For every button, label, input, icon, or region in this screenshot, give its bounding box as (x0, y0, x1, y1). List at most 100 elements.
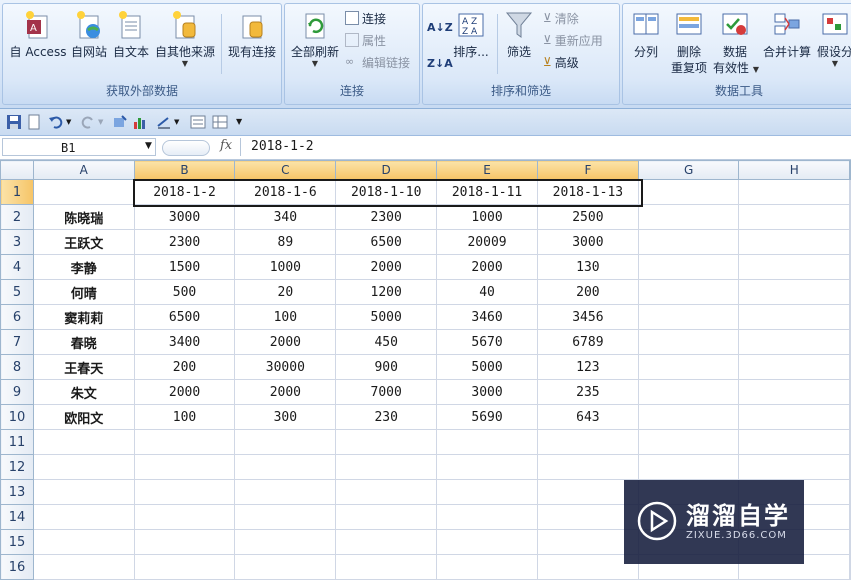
cell[interactable]: 100 (133, 404, 236, 430)
consolidate-button[interactable]: 合并计算 (761, 8, 813, 60)
cell[interactable] (738, 329, 850, 355)
cell[interactable]: 1500 (133, 254, 236, 280)
from-text-button[interactable]: 自文本 (111, 8, 151, 60)
cell[interactable]: 欧阳文 (32, 404, 135, 430)
cell[interactable]: 1000 (234, 254, 337, 280)
from-other-sources-button[interactable]: 自其他来源 ▼ (153, 8, 217, 68)
reapply-button[interactable]: ⊻ 重新应用 (543, 31, 603, 49)
cell[interactable]: 100 (234, 304, 337, 330)
row-header[interactable]: 2 (0, 204, 34, 230)
cell[interactable]: 6789 (536, 329, 639, 355)
formula-bar-resize-handle[interactable] (162, 140, 210, 156)
cell[interactable] (234, 529, 337, 555)
cell[interactable] (637, 304, 740, 330)
cell[interactable] (738, 304, 850, 330)
cell[interactable] (637, 229, 740, 255)
properties-button[interactable]: 属性 (345, 31, 386, 49)
cell[interactable]: 5000 (436, 354, 538, 380)
cell[interactable] (32, 179, 135, 205)
cell[interactable] (637, 279, 740, 305)
row-header[interactable]: 9 (0, 379, 34, 405)
cell[interactable] (637, 254, 740, 280)
form-icon[interactable] (190, 114, 206, 130)
cell[interactable] (738, 229, 850, 255)
cell[interactable] (32, 454, 135, 480)
cell[interactable]: 5000 (335, 304, 438, 330)
cell[interactable]: 3460 (436, 304, 538, 330)
row-header[interactable]: 1 (0, 179, 34, 205)
cell[interactable] (738, 204, 850, 230)
cell[interactable]: 230 (335, 404, 438, 430)
cell[interactable]: 450 (335, 329, 438, 355)
draw-icon[interactable] (156, 114, 172, 130)
cell[interactable]: 2000 (234, 329, 337, 355)
cell[interactable] (234, 554, 337, 580)
cell[interactable]: 1200 (335, 279, 438, 305)
undo-icon[interactable] (48, 114, 64, 130)
cell[interactable]: 123 (536, 354, 639, 380)
row-header[interactable]: 14 (0, 504, 34, 530)
cell[interactable] (32, 554, 135, 580)
cell[interactable] (436, 529, 538, 555)
cell[interactable] (335, 529, 438, 555)
cell[interactable] (637, 179, 740, 205)
column-header-e[interactable]: E (436, 160, 538, 180)
chart-icon[interactable] (132, 114, 148, 130)
cell[interactable]: 6500 (133, 304, 236, 330)
cell[interactable]: 3000 (536, 229, 639, 255)
cell[interactable]: 王跃文 (32, 229, 135, 255)
cell[interactable] (738, 354, 850, 380)
cell[interactable]: 30000 (234, 354, 337, 380)
cell[interactable]: 3000 (133, 204, 236, 230)
cell[interactable]: 朱文 (32, 379, 135, 405)
row-header[interactable]: 6 (0, 304, 34, 330)
cell[interactable]: 李静 (32, 254, 135, 280)
cell[interactable]: 2300 (335, 204, 438, 230)
save-icon[interactable] (6, 114, 22, 130)
cell[interactable]: 2000 (133, 379, 236, 405)
cell[interactable]: 2000 (335, 254, 438, 280)
edit-links-button[interactable]: ∞ 编辑链接 (345, 53, 410, 71)
cell[interactable] (738, 179, 850, 205)
sort-button[interactable]: A ZZ A 排序... (451, 8, 491, 60)
cell[interactable]: 89 (234, 229, 337, 255)
row-header[interactable]: 7 (0, 329, 34, 355)
column-header-a[interactable]: A (32, 160, 135, 180)
cell[interactable] (335, 429, 438, 455)
cell[interactable] (637, 329, 740, 355)
cell[interactable] (436, 454, 538, 480)
cell[interactable] (738, 279, 850, 305)
cell[interactable]: 5670 (436, 329, 538, 355)
connections-button[interactable]: 连接 (345, 9, 386, 27)
name-box-dropdown-icon[interactable]: ▼ (145, 141, 152, 151)
cell[interactable] (436, 429, 538, 455)
redo-icon[interactable] (80, 114, 96, 130)
sort-descending-button[interactable]: Z↓A (427, 54, 453, 72)
cell[interactable]: 40 (436, 279, 538, 305)
cell[interactable] (738, 379, 850, 405)
cell[interactable]: 7000 (335, 379, 438, 405)
cell[interactable] (234, 429, 337, 455)
cell[interactable] (335, 554, 438, 580)
cell[interactable]: 235 (536, 379, 639, 405)
row-header[interactable]: 4 (0, 254, 34, 280)
cell[interactable] (637, 354, 740, 380)
sort-filter-icon[interactable] (112, 114, 128, 130)
column-header-b[interactable]: B (133, 160, 236, 180)
column-header-f[interactable]: F (536, 160, 639, 180)
cell[interactable]: 1000 (436, 204, 538, 230)
row-header[interactable]: 16 (0, 554, 34, 580)
cell[interactable]: 200 (536, 279, 639, 305)
cell[interactable] (32, 504, 135, 530)
cell[interactable]: 6500 (335, 229, 438, 255)
filter-button[interactable]: 筛选 (503, 8, 535, 60)
column-header-c[interactable]: C (234, 160, 337, 180)
cell[interactable]: 340 (234, 204, 337, 230)
cell[interactable] (637, 429, 740, 455)
what-if-analysis-button[interactable]: 假设分 ▼ (815, 8, 851, 68)
cell[interactable]: 陈晓瑞 (32, 204, 135, 230)
data-validation-button[interactable]: 数据 有效性 ▼ (713, 8, 759, 76)
cell[interactable] (32, 479, 135, 505)
cell[interactable] (738, 429, 850, 455)
cell[interactable]: 2300 (133, 229, 236, 255)
